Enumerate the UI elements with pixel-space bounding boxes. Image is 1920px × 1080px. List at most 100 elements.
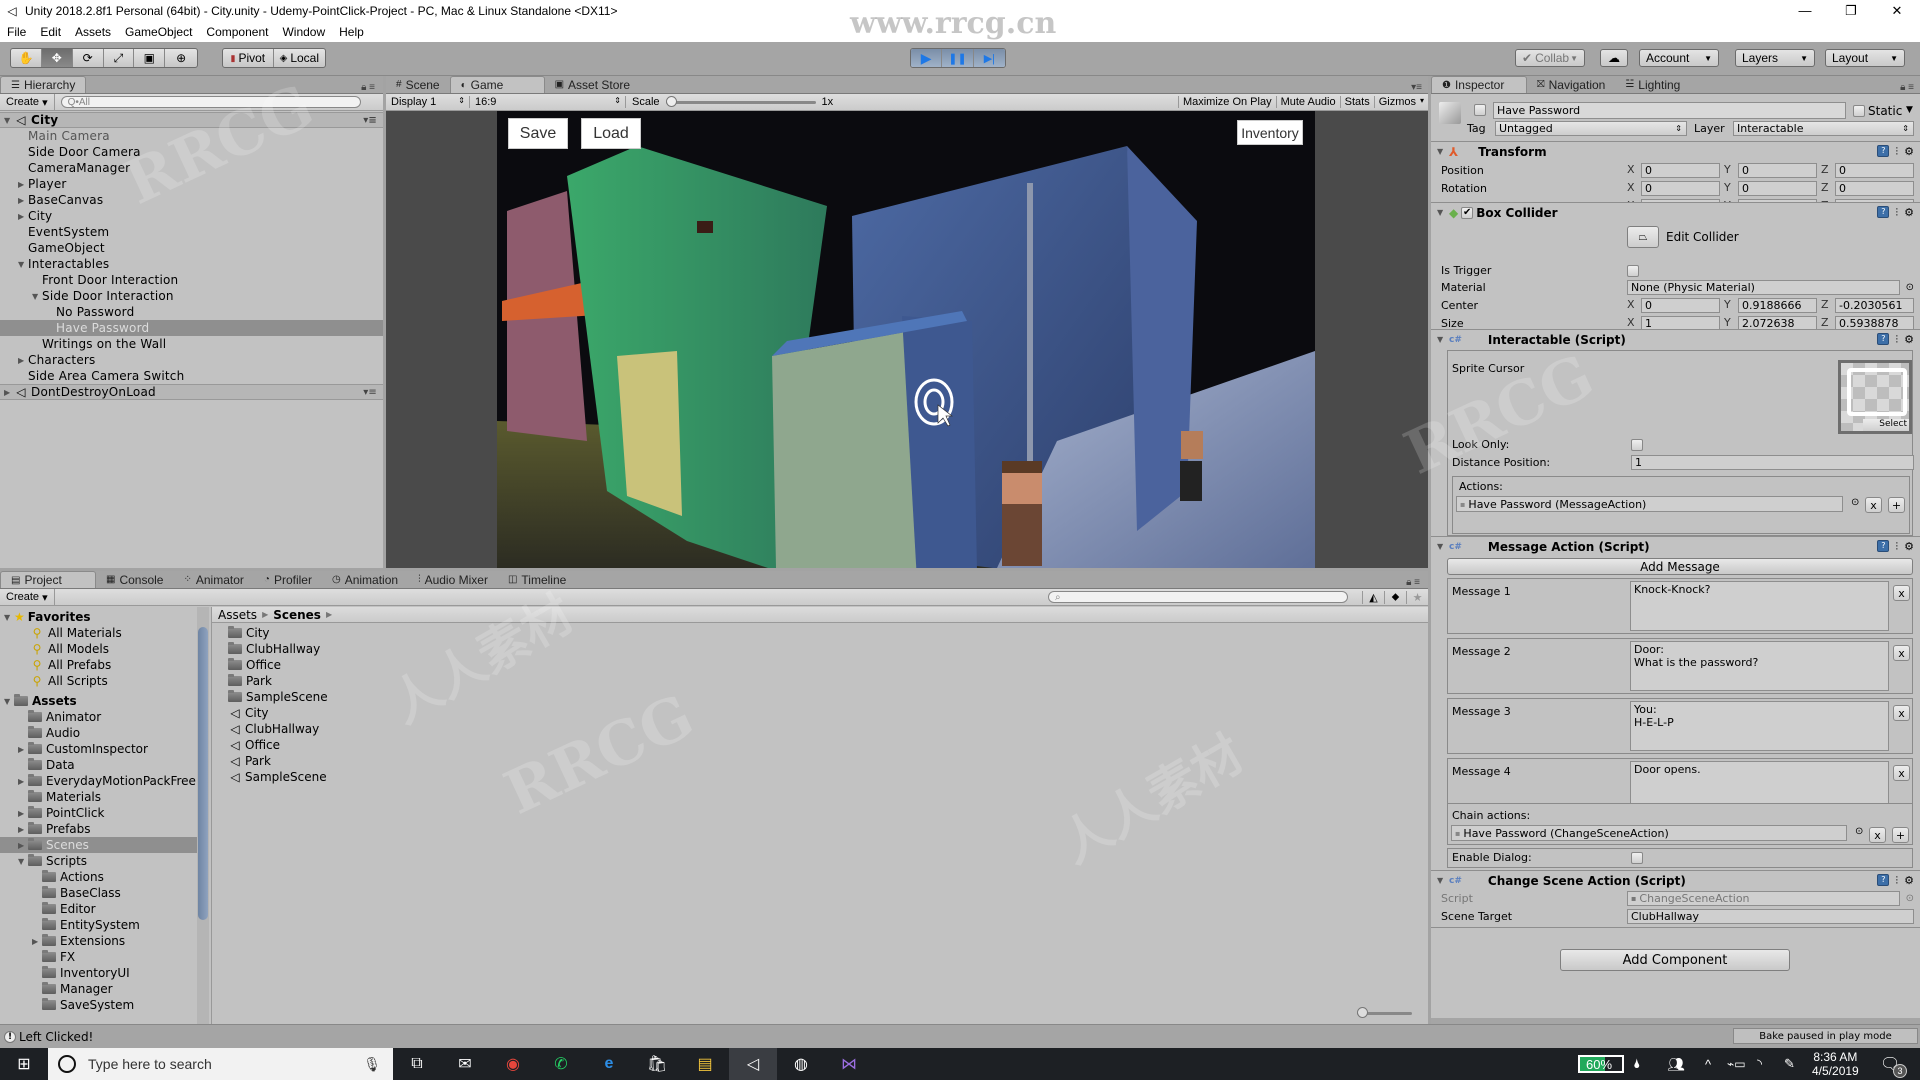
breadcrumb-assets[interactable]: Assets (218, 608, 257, 622)
folder-tree-item[interactable]: ▶ CustomInspector (0, 741, 199, 757)
save-game-button[interactable]: Save (508, 118, 568, 149)
create-button[interactable]: Create ▾ (0, 94, 55, 110)
local-button[interactable]: ◈ Local (274, 49, 325, 67)
hierarchy-item[interactable]: No Password (0, 304, 383, 320)
foldout-arrow-icon[interactable]: ▼ (1437, 542, 1449, 551)
remove-action-button[interactable]: x (1865, 497, 1882, 513)
expand-arrow-icon[interactable]: ▶ (18, 356, 28, 365)
tab-profiler[interactable]: ◔ Profiler (254, 571, 322, 588)
hierarchy-item[interactable]: EventSystem (0, 224, 383, 240)
settings-gear-icon[interactable]: ⚙ (1904, 333, 1914, 347)
expand-arrow-icon[interactable]: ▶ (18, 180, 28, 189)
help-icon[interactable]: ? (1877, 873, 1890, 886)
expand-arrow-icon[interactable]: ▼ (4, 613, 14, 622)
static-dropdown-arrow[interactable]: ▼ (1906, 105, 1913, 115)
layout-dropdown[interactable]: Layout ▼ (1825, 49, 1905, 67)
transform-y-input[interactable]: 0 (1738, 181, 1817, 196)
tab-project[interactable]: ▤ Project (0, 571, 96, 588)
clock[interactable]: 8:36 AM 4/5/2019 (1812, 1050, 1859, 1078)
visual-studio-icon[interactable]: ⋈ (825, 1048, 873, 1080)
transform-z-input[interactable]: 0 (1835, 163, 1914, 178)
foldout-arrow-icon[interactable]: ▼ (1437, 208, 1449, 217)
scale-slider[interactable] (665, 95, 816, 109)
folder-tree-item[interactable]: Materials (0, 789, 199, 805)
assets-header[interactable]: ▼ Assets (0, 693, 77, 709)
slider-thumb[interactable] (1357, 1007, 1368, 1018)
help-icon[interactable]: ? (1877, 205, 1890, 218)
tab-audio-mixer[interactable]: ⫶ Audio Mixer (408, 571, 498, 588)
preset-icon[interactable]: ⫶ (1895, 874, 1898, 888)
taskbar-search-box[interactable]: Type here to search 🎙︎ (48, 1048, 393, 1080)
box-collider-header[interactable]: ▼ ◆ ✔ Box Collider ? ⫶ ⚙ (1431, 202, 1920, 222)
hand-tool-button[interactable]: ✋ (11, 49, 42, 67)
asset-item[interactable]: City (228, 625, 270, 641)
help-icon[interactable]: ? (1877, 539, 1890, 552)
tab-scene[interactable]: # Scene (386, 76, 450, 93)
favorite-item[interactable]: ⚲ All Scripts (30, 673, 108, 689)
expand-arrow-icon[interactable]: ▶ (18, 745, 28, 754)
folder-tree-item[interactable]: InventoryUI (0, 965, 199, 981)
chain-action-object-field[interactable]: ▪ Have Password (ChangeSceneAction) (1451, 825, 1847, 841)
pen-icon[interactable]: ✎ (1784, 1056, 1795, 1072)
battery-indicator[interactable]: 60% (1578, 1055, 1624, 1073)
folder-tree-item[interactable]: Data (0, 757, 199, 773)
tab-inspector[interactable]: ❶ Inspector (1431, 76, 1527, 93)
collab-dropdown[interactable]: ✔ Collab ▼ (1515, 49, 1585, 67)
transform-tool-button[interactable]: ⊕ (165, 49, 197, 67)
store-icon[interactable]: 🛍︎ (633, 1048, 681, 1080)
message-action-header[interactable]: ▼ c# Message Action (Script) ? ⫶ ⚙ (1431, 536, 1920, 556)
cloud-button[interactable]: ☁ (1600, 49, 1628, 67)
microphone-icon[interactable]: 🎙︎ (363, 1056, 381, 1073)
hierarchy-item[interactable]: Front Door Interaction (0, 272, 383, 288)
pivot-button[interactable]: ▮ Pivot (223, 49, 274, 67)
remove-message-button[interactable]: x (1893, 585, 1910, 601)
folder-tree-item[interactable]: SaveSystem (0, 997, 199, 1013)
folder-tree-item[interactable]: BaseClass (0, 885, 199, 901)
breadcrumb-scenes[interactable]: Scenes (273, 608, 321, 622)
filter-by-type-icon[interactable]: ◭ (1362, 590, 1384, 604)
icon-size-slider[interactable] (1357, 1007, 1412, 1019)
game-render-canvas[interactable]: Save Load Inventory (497, 111, 1315, 568)
preset-icon[interactable]: ⫶ (1895, 333, 1898, 347)
remove-message-button[interactable]: x (1893, 645, 1910, 661)
tab-console[interactable]: ▦ Console (96, 571, 173, 588)
gizmos-dropdown[interactable]: Gizmos ▾ (1373, 96, 1428, 108)
favorites-header[interactable]: ▼ ★ Favorites (0, 609, 90, 625)
scene-row-city[interactable]: ▼ ◁ City ▾≡ (0, 112, 383, 128)
folder-tree-item[interactable]: ▶ Prefabs (0, 821, 199, 837)
whatsapp-icon[interactable]: ✆ (537, 1048, 585, 1080)
transform-header[interactable]: ▼ ⅄ Transform ? ⫶ ⚙ (1431, 141, 1920, 161)
folder-tree-item[interactable]: ▶ Extensions (0, 933, 199, 949)
collider-center-z-input[interactable]: -0.2030561 (1835, 298, 1914, 313)
message-text-area[interactable]: Knock-Knock? (1630, 581, 1889, 631)
menu-edit[interactable]: Edit (33, 25, 68, 39)
menu-assets[interactable]: Assets (68, 25, 118, 39)
folder-tree-item[interactable]: ▶ Scenes (0, 837, 197, 853)
status-message[interactable]: Left Clicked! (19, 1030, 93, 1044)
maximize-button[interactable]: ❐ (1828, 3, 1874, 19)
tab-asset-store[interactable]: ▣ Asset Store (545, 76, 640, 93)
lock-icon[interactable]: 🔒︎ ≡ (1406, 577, 1420, 588)
distance-position-input[interactable]: 1 (1631, 455, 1914, 470)
account-dropdown[interactable]: Account ▼ (1639, 49, 1719, 67)
rotate-tool-button[interactable]: ⟳ (73, 49, 104, 67)
sprite-cursor-preview[interactable]: Select (1838, 360, 1912, 434)
folder-tree-item[interactable]: Animator (0, 709, 199, 725)
object-picker-icon[interactable]: ⊙ (1851, 497, 1859, 508)
folder-tree-item[interactable]: ▶ PointClick (0, 805, 199, 821)
expand-arrow-icon[interactable]: ▶ (18, 841, 28, 850)
expand-arrow-icon[interactable]: ▶ (18, 212, 28, 221)
folder-tree-item[interactable]: FX (0, 949, 199, 965)
menu-help[interactable]: Help (332, 25, 371, 39)
layers-dropdown[interactable]: Layers ▼ (1735, 49, 1815, 67)
asset-item[interactable]: ◁ Park (228, 753, 271, 769)
project-search-input[interactable]: ⌕ (1048, 591, 1348, 603)
menu-component[interactable]: Component (199, 25, 275, 39)
load-game-button[interactable]: Load (581, 118, 641, 149)
hierarchy-item[interactable]: Writings on the Wall (0, 336, 383, 352)
collider-center-y-input[interactable]: 0.9188666 (1738, 298, 1817, 313)
box-collider-enabled-checkbox[interactable]: ✔ (1461, 206, 1474, 219)
folder-tree-item[interactable]: Manager (0, 981, 199, 997)
help-icon[interactable]: ? (1877, 332, 1890, 345)
step-button[interactable]: ▶| (973, 49, 1005, 67)
